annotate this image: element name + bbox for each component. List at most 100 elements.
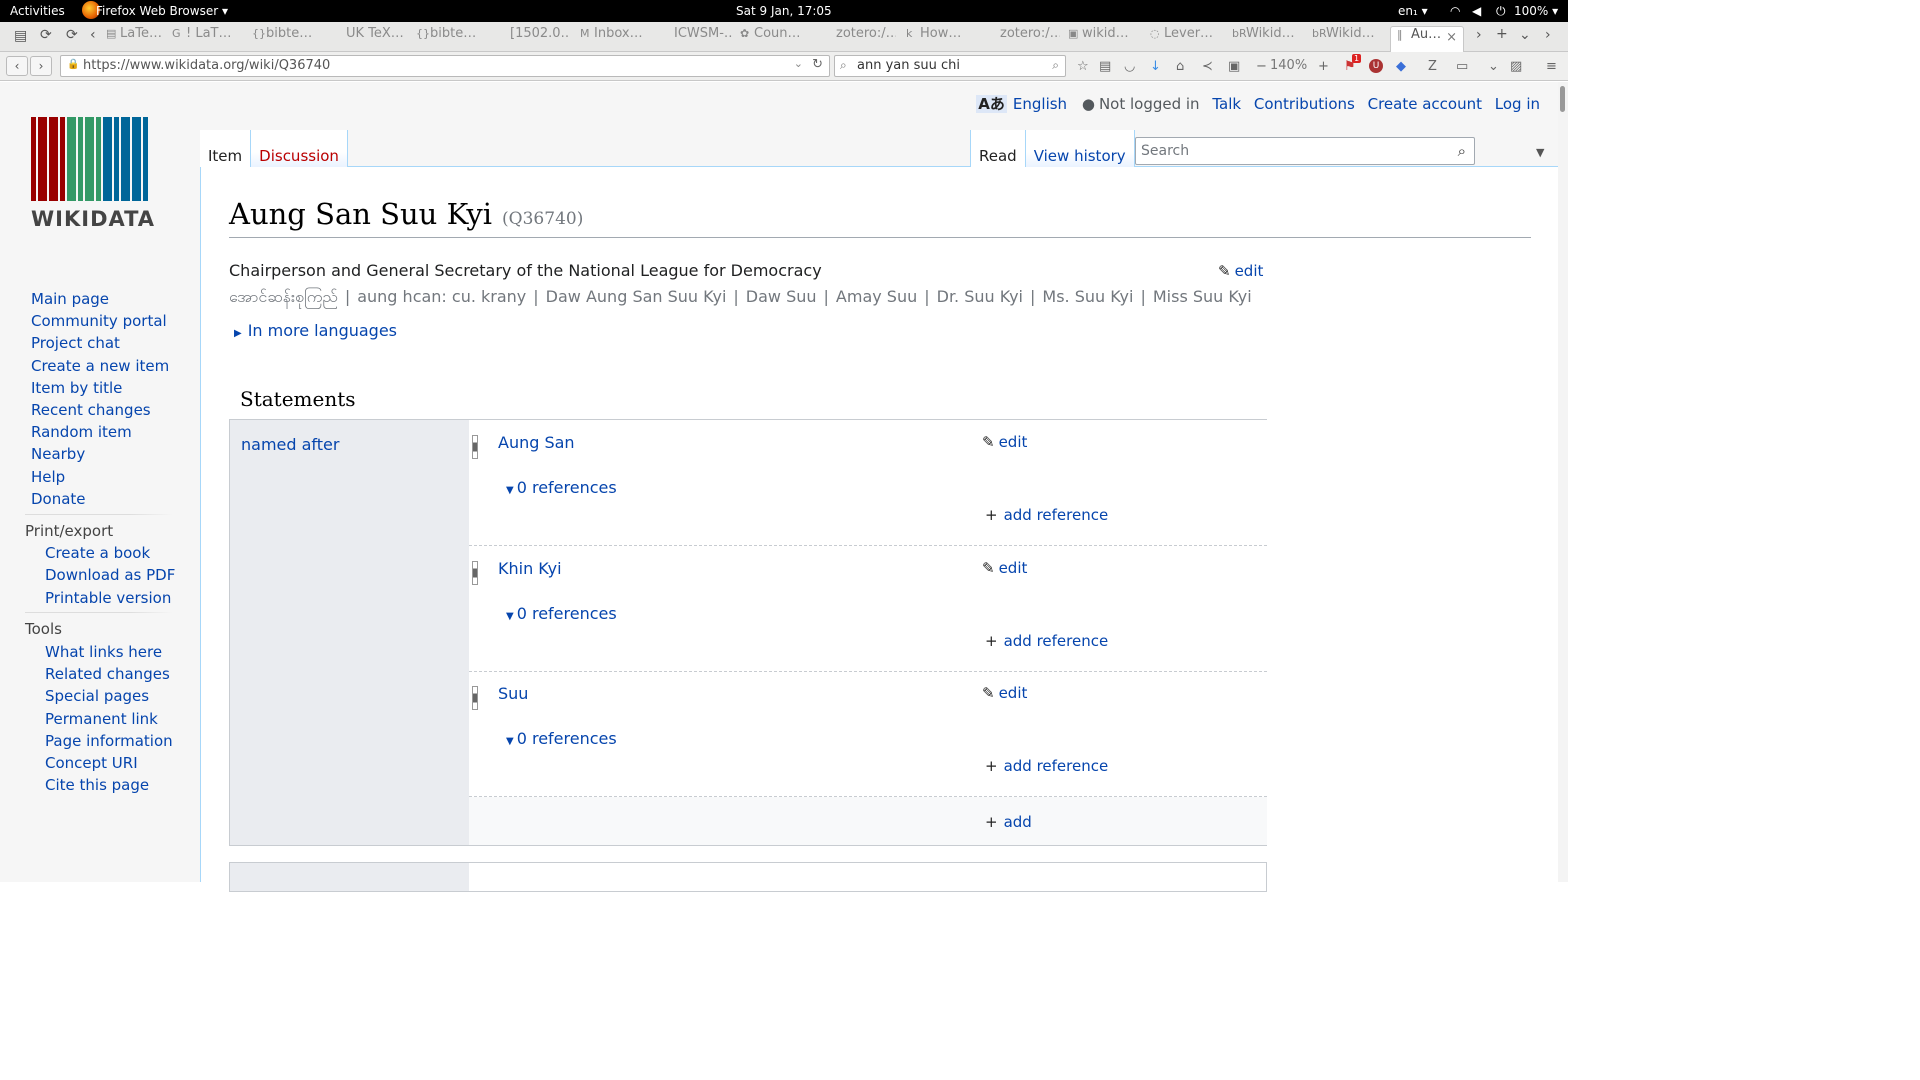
reload-icon[interactable]: ↻ [812,57,823,72]
home-icon[interactable]: ⌂ [1176,59,1184,74]
reading-list-icon[interactable]: ▤ [1099,59,1111,74]
more-actions-dropdown-icon[interactable]: ▼ [1536,146,1544,159]
sidebar-link-create-a-book[interactable]: Create a book [45,544,150,562]
battery-indicator[interactable]: 100% ▾ [1514,4,1558,18]
browser-tab[interactable]: ICWSM-… [658,26,732,50]
pocket-icon[interactable]: ◡ [1124,59,1135,74]
tabs-sidebar-icon[interactable]: › [1545,27,1551,43]
search-go-icon[interactable]: ⌕ [1052,58,1059,73]
in-more-languages-toggle[interactable]: ▶ In more languages [234,321,397,340]
sidebar-link-special-pages[interactable]: Special pages [45,687,149,705]
activities-button[interactable]: Activities [10,4,65,18]
scroll-tabs-right-icon[interactable]: › [1476,27,1482,43]
statement-edit-link[interactable]: edit [999,433,1028,451]
add-value-button[interactable]: + add [985,813,1032,831]
talk-link[interactable]: Talk [1212,95,1241,113]
ublock-icon[interactable]: U [1369,59,1383,73]
volume-icon[interactable]: ◀︎ [1472,4,1481,18]
browser-tab[interactable]: M Inbox… [578,26,652,50]
description-edit-button[interactable]: ✎ edit [1218,262,1263,280]
back-button[interactable]: ‹ [6,56,28,76]
add-reference-button[interactable]: + add reference [985,632,1108,650]
browser-tab[interactable]: zotero:/… [820,26,896,50]
rank-selector-icon[interactable] [472,686,478,710]
references-link[interactable]: 0 references [517,729,617,748]
references-toggle[interactable]: ▼ 0 references [506,604,617,623]
add-reference-link[interactable]: add reference [1004,632,1109,650]
statement-edit-link[interactable]: edit [999,559,1028,577]
tab-read[interactable]: Read [970,130,1026,167]
statement-value-link[interactable]: Suu [498,684,528,703]
tools-heading[interactable]: Tools [25,620,62,638]
search-engine-icon[interactable]: ⌕ [840,58,847,73]
sidebar-link-download-as-pdf[interactable]: Download as PDF [45,566,175,584]
references-toggle[interactable]: ▼ 0 references [506,478,617,497]
sync-icon-2[interactable]: ⟳ [66,27,78,43]
references-link[interactable]: 0 references [517,478,617,497]
sidebar-link-community-portal[interactable]: Community portal [31,312,167,330]
list-tabs-icon[interactable]: ⌄ [1519,27,1531,43]
extension-icon[interactable]: ▣ [1228,59,1240,74]
add-reference-button[interactable]: + add reference [985,757,1108,775]
url-text[interactable]: https://www.wikidata.org/wiki/Q36740 [83,58,330,73]
sidebar-link-cite-this-page[interactable]: Cite this page [45,776,149,794]
language-icon[interactable]: Aあ [976,95,1007,113]
create-account-link[interactable]: Create account [1368,95,1482,113]
wifi-icon[interactable]: ◠ [1450,4,1460,18]
share-icon[interactable]: ≺ [1202,59,1213,74]
statement-value-link[interactable]: Khin Kyi [498,559,562,578]
sidebar-link-random-item[interactable]: Random item [31,423,132,441]
browser-tab[interactable]: ◌ Lever… [1148,26,1222,50]
download-icon[interactable]: ↓ [1150,59,1161,74]
new-tab-icon[interactable]: + [1496,26,1508,42]
wikidata-logo[interactable]: WIKIDATA [31,117,171,232]
browser-tab[interactable]: ‖ Au… × [1390,26,1464,52]
statement-edit-link[interactable]: edit [999,684,1028,702]
browser-tab[interactable]: {}bibte… [250,26,322,50]
sidebar-link-concept-uri[interactable]: Concept URI [45,754,138,772]
scrollbar-thumb[interactable] [1560,86,1565,112]
sidebar-link-project-chat[interactable]: Project chat [31,334,120,352]
sidebar-link-nearby[interactable]: Nearby [31,445,85,463]
sidebar-link-recent-changes[interactable]: Recent changes [31,401,151,419]
addon-image-icon[interactable]: ▨ [1510,59,1522,74]
browser-tab[interactable]: {}bibte… [414,26,486,50]
zoom-in-icon[interactable]: + [1318,59,1329,74]
sidebar-link-permanent-link[interactable]: Permanent link [45,710,158,728]
statement-edit-button[interactable]: ✎ edit [982,684,1027,702]
sidebar-link-create-a-new-item[interactable]: Create a new item [31,357,169,375]
view-history-link[interactable]: View history [1034,147,1126,165]
tab-view-history[interactable]: View history [1025,130,1135,167]
log-in-link[interactable]: Log in [1495,95,1540,113]
browser-search-bar[interactable]: ⌕ ann yan suu chi ⌕ [834,55,1066,77]
sync-icon[interactable]: ⟳ [40,27,52,43]
in-more-languages-link[interactable]: In more languages [248,321,397,340]
sidebar-link-main-page[interactable]: Main page [31,290,109,308]
add-reference-link[interactable]: add reference [1004,506,1109,524]
browser-tab[interactable]: ✿ Coun… [738,26,814,50]
browser-tab[interactable]: zotero:/… [984,26,1060,50]
tab-item[interactable]: Item [200,130,252,167]
language-link[interactable]: English [1013,95,1067,113]
addon-diamond-icon[interactable]: ◆ [1396,59,1406,74]
scroll-tabs-left-icon[interactable]: ‹ [90,27,96,43]
clock[interactable]: Sat 9 Jan, 17:05 [736,4,832,18]
browser-tab[interactable]: G ! LaT… [170,26,244,50]
add-reference-button[interactable]: + add reference [985,506,1108,524]
statement-value-link[interactable]: Aung San [498,433,575,452]
browser-tab[interactable]: ▤ LaTe… [104,26,164,50]
clipboard-icon[interactable]: ▤ [14,28,27,44]
browser-tab[interactable]: UK TeX… [330,26,406,50]
addon-page-icon[interactable]: ▭ [1456,59,1468,74]
property-label[interactable]: named after [241,435,339,454]
url-history-dropdown-icon[interactable]: ⌄ [794,57,803,70]
zotero-icon[interactable]: Z [1428,59,1437,74]
add-reference-link[interactable]: add reference [1004,757,1109,775]
browser-tab[interactable]: bRWikid… [1310,26,1382,50]
browser-tab[interactable]: k How… [904,26,976,50]
search-icon[interactable]: ⌕ [1458,142,1466,160]
lock-icon[interactable]: 🔒 [67,59,79,70]
rank-selector-icon[interactable] [472,435,478,459]
forward-button[interactable]: › [30,56,52,76]
addon-dropdown-icon[interactable]: ⌄ [1488,59,1499,74]
